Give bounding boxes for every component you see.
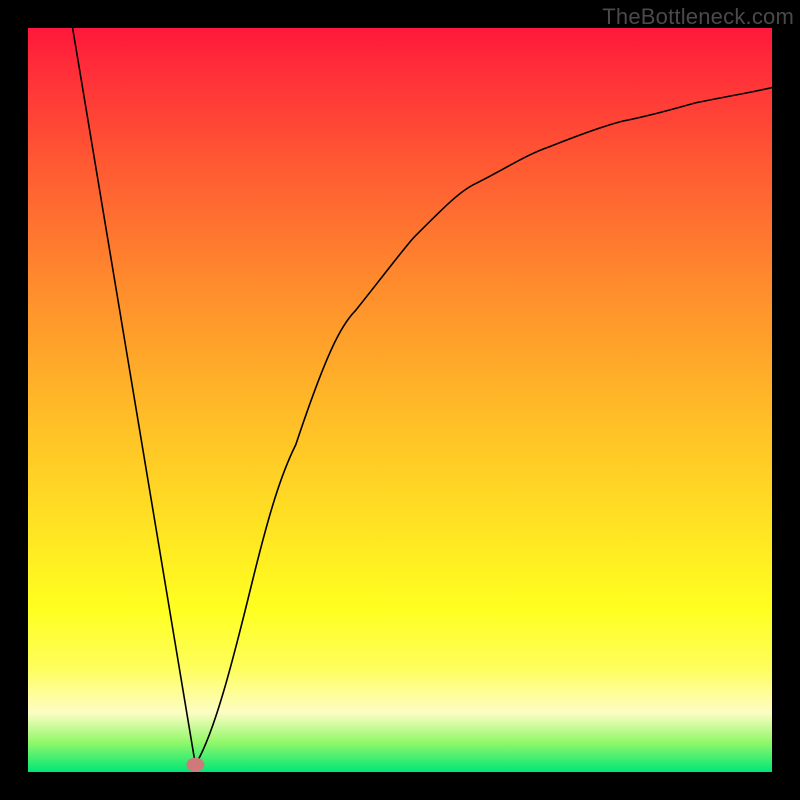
curve-left-segment [73, 28, 196, 765]
curve-layer [28, 28, 772, 772]
minimum-marker [186, 758, 204, 772]
plot-area [28, 28, 772, 772]
curve-right-segment [195, 88, 772, 765]
watermark-text: TheBottleneck.com [602, 4, 794, 30]
chart-frame: TheBottleneck.com [0, 0, 800, 800]
